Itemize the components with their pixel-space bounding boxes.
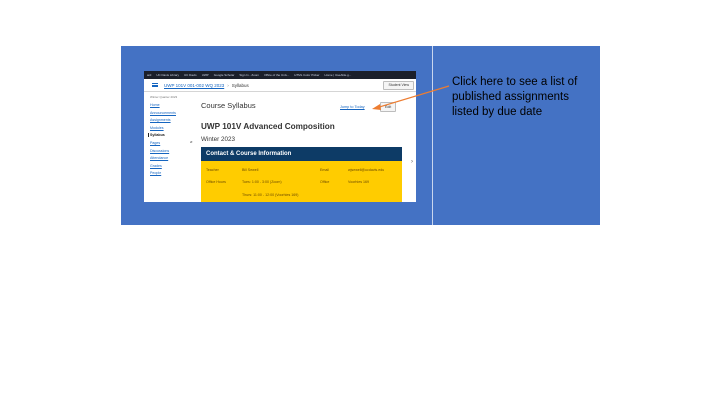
- callout-arrow: [372, 85, 450, 110]
- callout-arrow-line: [375, 85, 450, 109]
- callout-arrow-head: [372, 104, 381, 110]
